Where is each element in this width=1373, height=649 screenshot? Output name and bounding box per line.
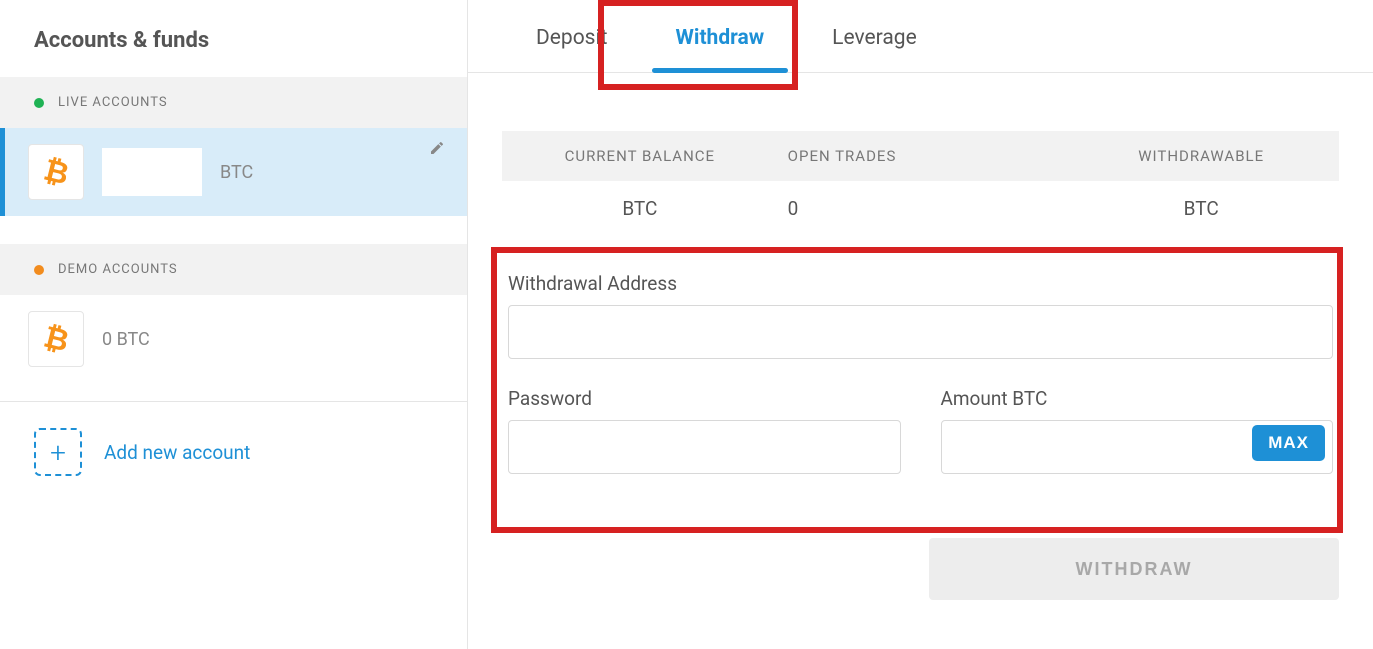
edit-icon[interactable] [429,140,445,160]
withdraw-button[interactable]: WITHDRAW [929,538,1339,600]
address-label: Withdrawal Address [508,272,1333,295]
status-dot-live [34,98,44,108]
demo-accounts-header: DEMO ACCOUNTS [0,244,467,295]
bitcoin-icon: ₿ [40,152,72,192]
withdraw-form: Withdrawal Address Password Amount BTC M… [502,236,1339,494]
coin-badge: ₿ [28,144,84,200]
sidebar: Accounts & funds LIVE ACCOUNTS ₿ BTC DEM… [0,0,468,649]
tab-withdraw[interactable]: Withdraw [642,0,799,72]
plus-icon: + [34,428,82,476]
tab-leverage[interactable]: Leverage [798,0,951,72]
amount-label: Amount BTC [941,387,1334,410]
password-input[interactable] [508,420,901,474]
live-accounts-header: LIVE ACCOUNTS [0,77,467,128]
password-label: Password [508,387,901,410]
sidebar-title: Accounts & funds [0,0,467,77]
add-account-label: Add new account [104,441,250,464]
tab-deposit[interactable]: Deposit [502,0,642,72]
balance-value-row: BTC 0 BTC [502,181,1339,236]
demo-account-row[interactable]: ₿ 0 BTC [0,295,467,383]
demo-accounts-label: DEMO ACCOUNTS [58,262,178,277]
col-open-trades: OPEN TRADES [778,147,1064,165]
col-current-balance: CURRENT BALANCE [502,147,778,165]
address-input[interactable] [508,305,1333,359]
tab-bar: Deposit Withdraw Leverage [468,0,1373,73]
val-open-trades: 0 [778,197,1064,220]
max-button[interactable]: MAX [1252,425,1325,461]
add-account-button[interactable]: + Add new account [0,402,467,502]
val-current-balance: BTC [502,197,778,220]
status-dot-demo [34,265,44,275]
demo-account-balance: 0 BTC [102,329,150,350]
live-accounts-label: LIVE ACCOUNTS [58,95,168,110]
bitcoin-icon: ₿ [40,319,72,359]
live-account-row[interactable]: ₿ BTC [0,128,467,216]
coin-badge: ₿ [28,311,84,367]
balance-header-row: CURRENT BALANCE OPEN TRADES WITHDRAWABLE [502,131,1339,181]
val-withdrawable: BTC [1063,197,1339,220]
main-panel: Deposit Withdraw Leverage CURRENT BALANC… [468,0,1373,649]
col-withdrawable: WITHDRAWABLE [1063,147,1339,165]
account-currency-suffix: BTC [220,162,253,183]
account-balance-masked [102,148,202,196]
